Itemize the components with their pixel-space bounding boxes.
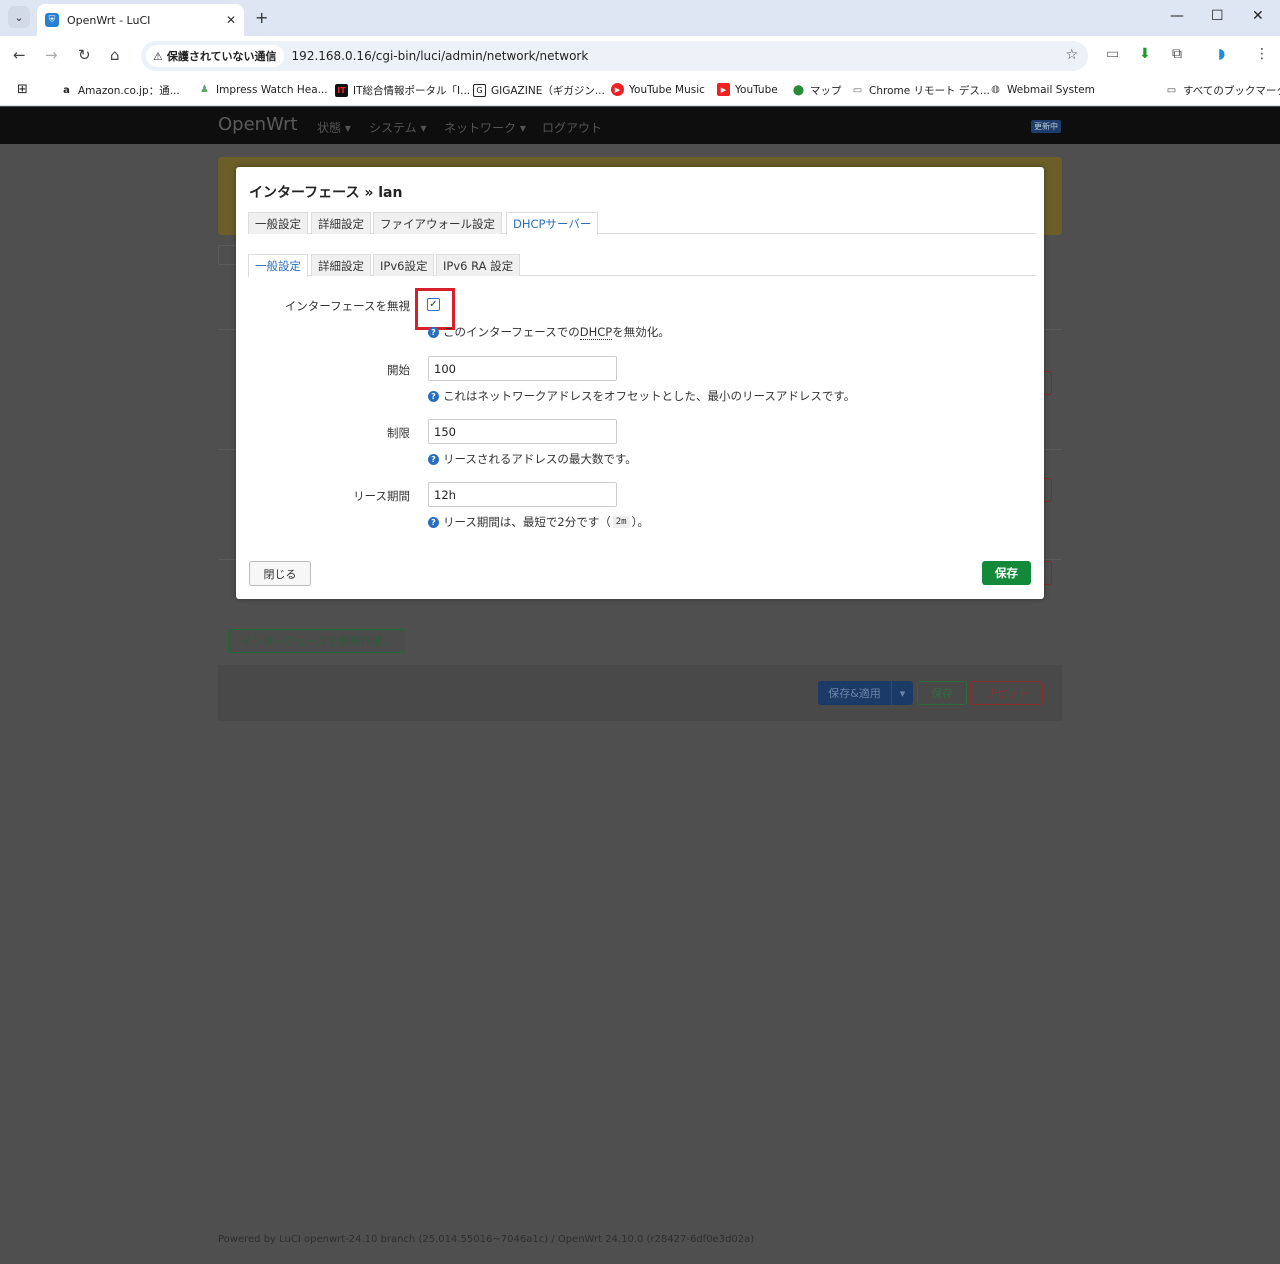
leasetime-label: リース期間	[353, 489, 410, 503]
youtube-music-icon: ▶	[611, 83, 624, 96]
bookmark-webmail[interactable]: ◍ Webmail System	[989, 83, 1095, 96]
bookmark-amazon[interactable]: a Amazon.co.jp：通...	[60, 83, 180, 98]
bookmarks-bar: ⊞ a Amazon.co.jp：通... ♟ Impress Watch Hea.…	[0, 76, 1280, 106]
browser-tab[interactable]: ⛨ OpenWrt - LuCI ✕	[37, 4, 244, 36]
help-icon: ?	[428, 326, 439, 338]
folder-icon: ▭	[1166, 85, 1177, 96]
subtab-ipv6[interactable]: IPv6設定	[373, 254, 435, 276]
start-hint: ? これはネットワークアドレスをオフセットとした、最小のリースアドレスです。	[428, 388, 855, 404]
background-delete-button	[1044, 478, 1052, 502]
globe-icon: ◍	[991, 84, 1000, 95]
maximize-icon[interactable]: ☐	[1211, 8, 1224, 24]
security-chip[interactable]: ⚠ 保護されていない通信	[146, 45, 284, 67]
menu-logout[interactable]: ログアウト	[542, 119, 602, 136]
browser-toolbar: ← → ↻ ⌂ ⚠ 保護されていない通信 192.168.0.16/cgi-bi…	[0, 36, 1280, 76]
amazon-icon: a	[63, 85, 70, 96]
modal-title: インターフェース » lan	[249, 185, 403, 201]
bookmark-star-icon[interactable]: ☆	[1065, 47, 1078, 63]
apps-grid-icon[interactable]: ⊞	[17, 82, 28, 97]
map-pin-icon: ⬤	[792, 85, 805, 96]
tab-search-button[interactable]: ⌄	[8, 6, 30, 28]
minimize-icon[interactable]: —	[1170, 8, 1184, 24]
youtube-icon: ▶	[717, 83, 730, 96]
subtab-advanced[interactable]: 詳細設定	[311, 254, 371, 276]
interface-edit-modal: インターフェース » lan 一般設定 詳細設定 ファイアウォール設定 DHCP…	[236, 167, 1044, 599]
help-icon: ?	[428, 390, 439, 402]
limit-label: 制限	[387, 426, 410, 440]
subtab-ipv6-ra[interactable]: IPv6 RA 設定	[436, 254, 521, 276]
bookmark-youtube[interactable]: ▶ YouTube	[717, 83, 778, 96]
bookmark-impress[interactable]: ♟ Impress Watch Hea...	[198, 83, 328, 96]
help-icon: ?	[428, 516, 439, 528]
chevron-down-icon: ⌄	[14, 10, 24, 24]
tab-firewall[interactable]: ファイアウォール設定	[373, 212, 502, 234]
save-apply-dropdown[interactable]: ▾	[891, 681, 913, 705]
download-icon[interactable]: ⬇	[1139, 46, 1151, 62]
gigazine-icon: G	[473, 84, 486, 97]
sub-tabbar: 一般設定 詳細設定 IPv6設定 IPv6 RA 設定	[248, 254, 1036, 277]
footer-powered-by: Powered by LuCI openwrt-24.10 branch (25…	[218, 1234, 755, 1245]
menu-system[interactable]: システム ▾	[369, 119, 426, 136]
luci-header: OpenWrt 状態 ▾ システム ▾ ネットワーク ▾ ログアウト 更新中	[0, 107, 1280, 144]
bookmark-maps[interactable]: ⬤ マップ	[792, 83, 842, 98]
caret-down-icon: ▾	[899, 686, 906, 700]
ignore-interface-hint: ? このインターフェースでの DHCP を無効化。	[428, 324, 670, 340]
menu-status[interactable]: 状態 ▾	[317, 119, 351, 136]
leasetime-code: 2m	[612, 516, 630, 528]
security-label: 保護されていない通信	[166, 50, 277, 63]
page-save-button[interactable]: 保存	[917, 681, 967, 705]
close-button[interactable]: 閉じる	[249, 561, 311, 586]
extension-dolphin-icon[interactable]: ◗	[1218, 46, 1225, 62]
reload-icon[interactable]: ↻	[78, 46, 91, 64]
url-text[interactable]: 192.168.0.16/cgi-bin/luci/admin/network/…	[292, 49, 589, 63]
help-icon: ?	[428, 453, 439, 465]
new-tab-button[interactable]: +	[255, 8, 268, 27]
all-bookmarks[interactable]: ▭ すべてのブックマーク	[1165, 83, 1280, 98]
warning-icon: ⚠	[153, 49, 163, 63]
extensions-icon[interactable]: ⧉	[1172, 46, 1182, 62]
bookmark-gigazine[interactable]: G GIGAZINE（ギガジン...	[473, 83, 605, 98]
subtab-general[interactable]: 一般設定	[248, 254, 308, 277]
cast-icon[interactable]: ▭	[1106, 46, 1119, 62]
back-icon[interactable]: ←	[13, 46, 26, 64]
background-delete-button	[1044, 561, 1052, 585]
window-close-icon[interactable]: ✕	[1252, 8, 1264, 24]
background-delete-button	[1044, 371, 1052, 395]
tab-advanced[interactable]: 詳細設定	[311, 212, 371, 234]
browser-titlebar: ⌄ ⛨ OpenWrt - LuCI ✕ + — ☐ ✕	[0, 0, 1280, 36]
itmedia-icon: IT	[335, 84, 348, 97]
save-button[interactable]: 保存	[982, 561, 1031, 585]
save-apply-button[interactable]: 保存&適用	[818, 681, 891, 705]
forward-icon[interactable]: →	[45, 46, 58, 64]
limit-hint: ? リースされるアドレスの最大数です。	[428, 451, 637, 467]
reset-button[interactable]: リセット	[970, 681, 1043, 705]
brand-logo[interactable]: OpenWrt	[218, 114, 298, 135]
add-interface-button[interactable]: インターフェースを新規作成...	[228, 629, 407, 653]
start-label: 開始	[387, 363, 410, 377]
bookmark-chrome-remote[interactable]: ▭ Chrome リモート デス...	[851, 83, 990, 98]
address-bar[interactable]: ⚠ 保護されていない通信 192.168.0.16/cgi-bin/luci/a…	[141, 41, 1088, 71]
updating-badge: 更新中	[1031, 120, 1061, 133]
leasetime-input[interactable]: 12h	[428, 482, 617, 507]
home-icon[interactable]: ⌂	[110, 46, 120, 64]
close-icon[interactable]: ✕	[226, 13, 236, 27]
leasetime-hint: ? リース期間は、最短で2分です（ 2m）。	[428, 514, 649, 530]
dhcp-abbr: DHCP	[579, 324, 613, 340]
menu-network[interactable]: ネットワーク ▾	[444, 119, 526, 136]
bookmark-itmedia[interactable]: IT IT総合情報ポータル「I...	[335, 83, 470, 98]
bookmark-youtube-music[interactable]: ▶ YouTube Music	[611, 83, 705, 96]
tab-title: OpenWrt - LuCI	[67, 13, 151, 27]
tab-general[interactable]: 一般設定	[248, 212, 308, 234]
limit-input[interactable]: 150	[428, 419, 617, 444]
tab-dhcp-server[interactable]: DHCPサーバー	[506, 212, 599, 235]
impress-icon: ♟	[200, 84, 209, 95]
openwrt-favicon-icon: ⛨	[45, 13, 59, 27]
remote-desktop-icon: ▭	[852, 85, 863, 96]
menu-kebab-icon[interactable]: ⋮	[1255, 46, 1269, 62]
main-tabbar: 一般設定 詳細設定 ファイアウォール設定 DHCPサーバー	[248, 212, 1036, 235]
start-input[interactable]: 100	[428, 356, 617, 381]
ignore-interface-label: インターフェースを無視	[284, 299, 410, 313]
